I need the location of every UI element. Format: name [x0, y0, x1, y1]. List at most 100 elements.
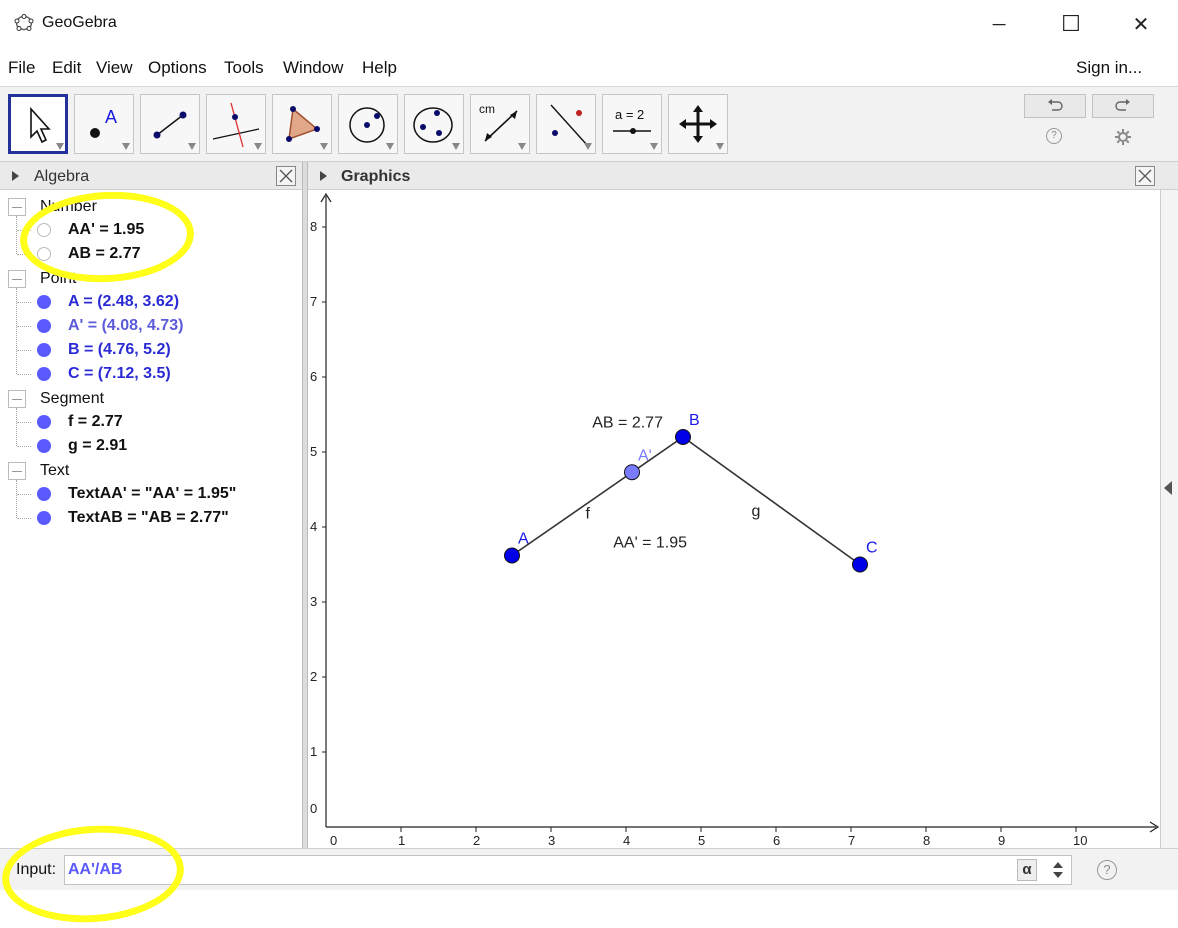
history-updown-icon[interactable] — [1052, 860, 1064, 880]
graphics-view[interactable]: 0 1 2 3 4 5 6 7 8 9 10 0 1 2 3 4 5 6 7 8 f g A A' B C AB = 2.77 AA'… — [308, 190, 1160, 848]
visibility-toggle[interactable] — [37, 415, 51, 429]
menu-file[interactable]: File — [8, 58, 35, 78]
point-icon: A — [90, 107, 117, 138]
point-label-B: B — [689, 412, 700, 429]
algebra-item-point-b[interactable]: B = (4.76, 5.2) — [68, 341, 171, 359]
y-tick-label: 8 — [310, 219, 317, 234]
algebra-close-button[interactable] — [276, 166, 296, 186]
group-toggle-number[interactable] — [8, 198, 26, 216]
segment-g — [682, 436, 861, 566]
segment-label-f: f — [586, 505, 591, 522]
reflect-icon — [550, 104, 588, 146]
group-toggle-segment[interactable] — [8, 390, 26, 408]
reflect-tool-button[interactable] — [536, 94, 596, 154]
x-tick-label: 0 — [330, 833, 337, 848]
menu-options[interactable]: Options — [148, 58, 207, 78]
visibility-toggle[interactable] — [37, 343, 51, 357]
menu-view[interactable]: View — [96, 58, 133, 78]
point-label-A': A' — [638, 447, 652, 464]
graphics-text: AB = 2.77 — [592, 414, 663, 431]
visibility-toggle[interactable] — [37, 367, 51, 381]
undo-button[interactable] — [1024, 94, 1086, 118]
y-tick-label: 0 — [310, 801, 317, 816]
right-panel-strip — [1160, 190, 1178, 848]
algebra-collapse-icon[interactable] — [12, 171, 19, 181]
distance-icon: cm — [479, 102, 518, 142]
algebra-item-segment-g[interactable]: g = 2.91 — [68, 437, 127, 455]
input-help-button[interactable]: ? — [1097, 860, 1117, 880]
algebra-item-text-ab[interactable]: TextAB = "AB = 2.77" — [68, 509, 229, 527]
x-tick-label: 7 — [848, 833, 855, 848]
algebra-item-point-a[interactable]: A = (2.48, 3.62) — [68, 293, 179, 311]
graphics-text: AA' = 1.95 — [613, 534, 687, 551]
redo-icon — [1115, 99, 1130, 111]
point-C — [852, 556, 868, 573]
maximize-button[interactable]: ☐ — [1048, 0, 1094, 48]
perpendicular-line-icon — [212, 102, 260, 148]
x-tick-label: 3 — [548, 833, 555, 848]
menu-edit[interactable]: Edit — [52, 58, 81, 78]
point-A — [504, 547, 520, 564]
algebra-item-point-a-prime[interactable]: A' = (4.08, 4.73) — [68, 317, 183, 335]
graphics-title: Graphics — [341, 168, 411, 185]
expand-panel-icon[interactable] — [1164, 481, 1172, 495]
status-area — [0, 890, 1178, 922]
group-label-text: Text — [40, 462, 70, 479]
x-tick-label: 6 — [773, 833, 780, 848]
point-label-C: C — [866, 540, 878, 557]
minimize-button[interactable]: ─ — [976, 0, 1022, 48]
algebra-item-text-aa-prime[interactable]: TextAA' = "AA' = 1.95" — [68, 485, 236, 503]
group-toggle-point[interactable] — [8, 270, 26, 288]
input-field[interactable] — [64, 855, 1072, 885]
circle-tool-button[interactable] — [338, 94, 398, 154]
y-tick-label: 1 — [310, 744, 317, 759]
visibility-toggle[interactable] — [37, 319, 51, 333]
line-tool-button[interactable] — [140, 94, 200, 154]
algebra-item-segment-f[interactable]: f = 2.77 — [68, 413, 123, 431]
move-view-icon — [679, 105, 717, 143]
algebra-item-point-c[interactable]: C = (7.12, 3.5) — [68, 365, 171, 383]
x-tick-label: 10 — [1073, 833, 1087, 848]
close-button[interactable]: ✕ — [1118, 0, 1164, 48]
conic-tool-button[interactable] — [404, 94, 464, 154]
algebra-title: Algebra — [34, 168, 90, 185]
y-tick-label: 7 — [310, 294, 317, 309]
x-tick-label: 9 — [998, 833, 1005, 848]
gear-icon[interactable] — [1114, 128, 1132, 146]
slider-icon: a = 2 — [613, 107, 651, 134]
sign-in-link[interactable]: Sign in... — [1076, 58, 1142, 78]
y-tick-label: 3 — [310, 594, 317, 609]
alpha-keyboard-button[interactable]: α — [1017, 859, 1037, 881]
graphics-collapse-icon[interactable] — [320, 171, 327, 181]
point-A' — [624, 464, 640, 481]
move-view-tool-button[interactable] — [668, 94, 728, 154]
slider-tool-label: a = 2 — [615, 107, 644, 122]
y-tick-label: 4 — [310, 519, 317, 534]
graphics-header — [308, 162, 1178, 190]
y-tick-label: 5 — [310, 444, 317, 459]
visibility-toggle[interactable] — [37, 439, 51, 453]
help-button[interactable]: ? — [1046, 128, 1062, 144]
distance-tool-button[interactable]: cm — [470, 94, 530, 154]
menu-window[interactable]: Window — [283, 58, 343, 78]
point-tool-label: A — [105, 107, 117, 127]
menu-help[interactable]: Help — [362, 58, 397, 78]
visibility-toggle[interactable] — [37, 511, 51, 525]
x-tick-label: 8 — [923, 833, 930, 848]
polygon-tool-button[interactable] — [272, 94, 332, 154]
group-toggle-text[interactable] — [8, 462, 26, 480]
slider-tool-button[interactable]: a = 2 — [602, 94, 662, 154]
graphics-canvas[interactable]: 0 1 2 3 4 5 6 7 8 9 10 0 1 2 3 4 5 6 7 8 f g A A' B C AB = 2.77 AA'… — [308, 190, 1160, 848]
move-tool-button[interactable] — [8, 94, 68, 154]
x-tick-label: 5 — [698, 833, 705, 848]
conic-icon — [413, 107, 453, 143]
perpendicular-tool-button[interactable] — [206, 94, 266, 154]
redo-button[interactable] — [1092, 94, 1154, 118]
graphics-close-button[interactable] — [1135, 166, 1155, 186]
visibility-toggle[interactable] — [37, 295, 51, 309]
menu-tools[interactable]: Tools — [224, 58, 264, 78]
close-icon — [279, 169, 293, 183]
undo-icon — [1048, 99, 1063, 111]
point-tool-button[interactable]: A — [74, 94, 134, 154]
visibility-toggle[interactable] — [37, 487, 51, 501]
